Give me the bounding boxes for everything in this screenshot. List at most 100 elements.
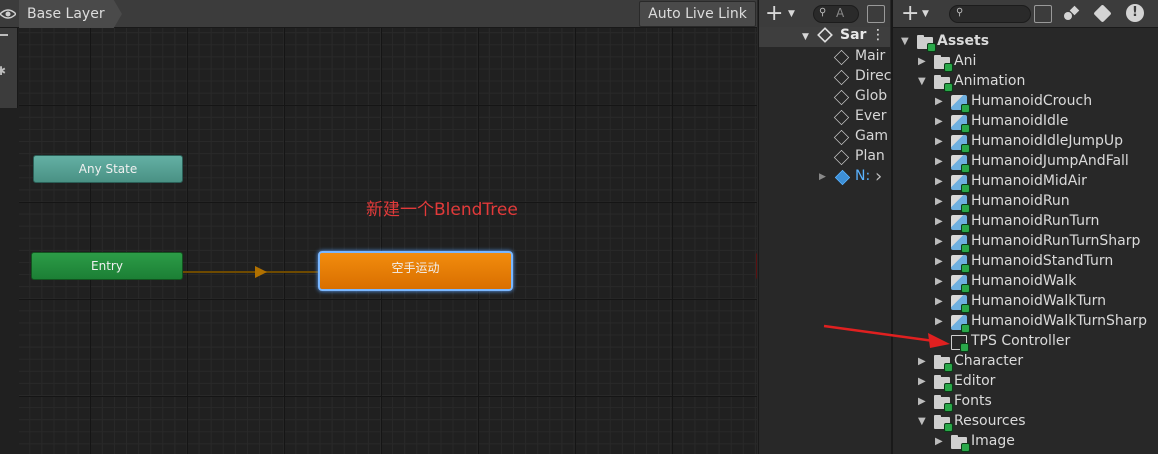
- expand-arrow-icon[interactable]: ▶: [918, 356, 926, 367]
- animation-clip-row[interactable]: ▶ HumanoidRun: [893, 192, 1158, 213]
- expand-arrow-icon[interactable]: ▶: [935, 196, 943, 207]
- expand-arrow-icon[interactable]: ▶: [935, 156, 943, 167]
- animation-clip-row[interactable]: ▶ HumanoidIdleJumpUp: [893, 132, 1158, 153]
- folder-icon: [934, 375, 953, 392]
- animation-clip-row[interactable]: ▶ HumanoidWalkTurn: [893, 292, 1158, 313]
- eye-icon[interactable]: [0, 7, 16, 21]
- folder-row[interactable]: ▶ Fonts: [893, 392, 1158, 412]
- collapse-arrow-icon[interactable]: ▼: [901, 36, 909, 47]
- expand-arrow-icon[interactable]: ▶: [935, 276, 943, 287]
- gear-icon[interactable]: ✱: [0, 64, 6, 78]
- collab-added-icon: [944, 363, 953, 372]
- expand-arrow-icon[interactable]: ▶: [935, 436, 943, 447]
- animation-clip-icon: [951, 315, 970, 333]
- search-options-icon[interactable]: [1034, 5, 1052, 23]
- tree-item-label: HumanoidWalkTurn: [971, 293, 1107, 309]
- expand-arrow-icon[interactable]: ▶: [935, 216, 943, 227]
- animation-clip-row[interactable]: ▶ HumanoidWalk: [893, 272, 1158, 293]
- collab-added-icon: [944, 423, 953, 432]
- transition-line[interactable]: [183, 271, 318, 273]
- remove-icon[interactable]: [0, 34, 8, 36]
- state-machine-graph[interactable]: Any State Entry 空手运动 新建一个BlendTree: [19, 28, 757, 454]
- entry-node[interactable]: Entry: [31, 252, 183, 280]
- expand-arrow-icon[interactable]: ▼: [802, 32, 809, 42]
- collapse-arrow-icon[interactable]: ▼: [918, 76, 926, 87]
- auto-live-link-button[interactable]: Auto Live Link: [639, 1, 756, 27]
- exit-node[interactable]: [756, 252, 757, 280]
- folder-row[interactable]: ▼ Assets: [893, 32, 1158, 52]
- tree-item-label: HumanoidIdleJumpUp: [971, 133, 1124, 149]
- tree-item-label: Image: [971, 433, 1015, 449]
- breadcrumb-label: Base Layer: [27, 6, 105, 22]
- hierarchy-item[interactable]: Gam: [855, 128, 888, 144]
- collapse-arrow-icon[interactable]: ▼: [918, 416, 926, 427]
- tree-item-label: Assets: [937, 33, 990, 49]
- hierarchy-item[interactable]: Ever: [855, 108, 887, 124]
- breadcrumb-base-layer[interactable]: Base Layer: [19, 0, 122, 28]
- expand-arrow-icon[interactable]: ▶: [918, 56, 926, 67]
- tree-item-label: HumanoidRunTurnSharp: [971, 233, 1141, 249]
- search-options-icon[interactable]: [867, 5, 885, 23]
- tree-item-label: Animation: [954, 73, 1026, 89]
- add-icon[interactable]: +: [901, 3, 919, 25]
- folder-row[interactable]: ▼ Animation: [893, 72, 1158, 92]
- hierarchy-item[interactable]: Plan: [855, 148, 885, 164]
- unity-scene-icon: [817, 27, 833, 43]
- expand-arrow-icon[interactable]: ▶: [819, 172, 826, 182]
- animation-clip-row[interactable]: ▶ HumanoidStandTurn: [893, 252, 1158, 273]
- folder-icon: [917, 35, 936, 52]
- chevron-down-icon[interactable]: ▼: [922, 9, 929, 19]
- folder-row[interactable]: ▼ Resources: [893, 412, 1158, 432]
- chevron-right-icon[interactable]: ›: [875, 166, 882, 187]
- default-state-node[interactable]: 空手运动: [318, 251, 513, 291]
- expand-arrow-icon[interactable]: ▶: [918, 396, 926, 407]
- hierarchy-item[interactable]: N:: [855, 168, 870, 184]
- more-icon[interactable]: ⋮: [871, 27, 885, 43]
- chevron-down-icon[interactable]: ▼: [788, 9, 795, 19]
- filter-by-type-icon[interactable]: [1064, 5, 1080, 22]
- expand-arrow-icon[interactable]: ▶: [935, 176, 943, 187]
- red-arrow-annotation: [823, 324, 950, 348]
- folder-row[interactable]: ▶ Ani: [893, 52, 1158, 72]
- hierarchy-item[interactable]: Direc: [855, 68, 891, 84]
- animation-clip-row[interactable]: ▶ HumanoidIdle: [893, 112, 1158, 133]
- expand-arrow-icon[interactable]: ▶: [935, 256, 943, 267]
- tree-item-label: HumanoidRunTurn: [971, 213, 1100, 229]
- animation-clip-row[interactable]: ▶ HumanoidRunTurn: [893, 212, 1158, 233]
- hierarchy-item[interactable]: Glob: [855, 88, 887, 104]
- animation-clip-icon: [951, 295, 970, 313]
- animator-toolbar: Base Layer Auto Live Link: [0, 0, 757, 28]
- project-search-input[interactable]: ⚲: [949, 5, 1031, 23]
- expand-arrow-icon[interactable]: ▶: [935, 96, 943, 107]
- tree-item-label: HumanoidCrouch: [971, 93, 1093, 109]
- label-tag-icon[interactable]: [1093, 4, 1112, 23]
- animation-clip-row[interactable]: ▶ HumanoidRunTurnSharp: [893, 232, 1158, 253]
- collab-added-icon: [961, 443, 970, 452]
- expand-arrow-icon[interactable]: ▶: [935, 236, 943, 247]
- search-icon: ⚲: [956, 7, 964, 18]
- project-panel: + ▼ ⚲ ! ▼ Assets ▶ Ani ▼ Animation ▶ HumanoidCr…: [891, 0, 1158, 454]
- hierarchy-toolbar: + ▼ ⚲ A: [759, 0, 890, 28]
- animation-clip-icon: [951, 195, 970, 213]
- folder-row[interactable]: ▶ Image: [893, 432, 1158, 452]
- hierarchy-item[interactable]: Mair: [855, 48, 885, 64]
- any-state-node[interactable]: Any State: [33, 155, 183, 183]
- folder-row[interactable]: ▶ Editor: [893, 372, 1158, 392]
- animation-clip-row[interactable]: ▶ HumanoidJumpAndFall: [893, 152, 1158, 173]
- scene-row[interactable]: ▼ Sar ⋮: [759, 27, 890, 47]
- add-icon[interactable]: +: [765, 3, 783, 25]
- folder-row[interactable]: ▶ Character: [893, 352, 1158, 372]
- animation-clip-row[interactable]: ▶ HumanoidMidAir: [893, 172, 1158, 193]
- expand-arrow-icon[interactable]: ▶: [935, 136, 943, 147]
- expand-arrow-icon[interactable]: ▶: [918, 376, 926, 387]
- folder-icon: [934, 395, 953, 412]
- animation-clip-row[interactable]: ▶ HumanoidCrouch: [893, 92, 1158, 113]
- expand-arrow-icon[interactable]: ▶: [935, 116, 943, 127]
- hierarchy-search-input[interactable]: ⚲ A: [813, 5, 859, 23]
- tree-item-label: Resources: [954, 413, 1026, 429]
- folder-icon: [934, 415, 953, 432]
- collab-added-icon: [944, 83, 953, 92]
- collab-added-icon: [944, 63, 953, 72]
- expand-arrow-icon[interactable]: ▶: [935, 296, 943, 307]
- warning-icon[interactable]: !: [1126, 4, 1144, 22]
